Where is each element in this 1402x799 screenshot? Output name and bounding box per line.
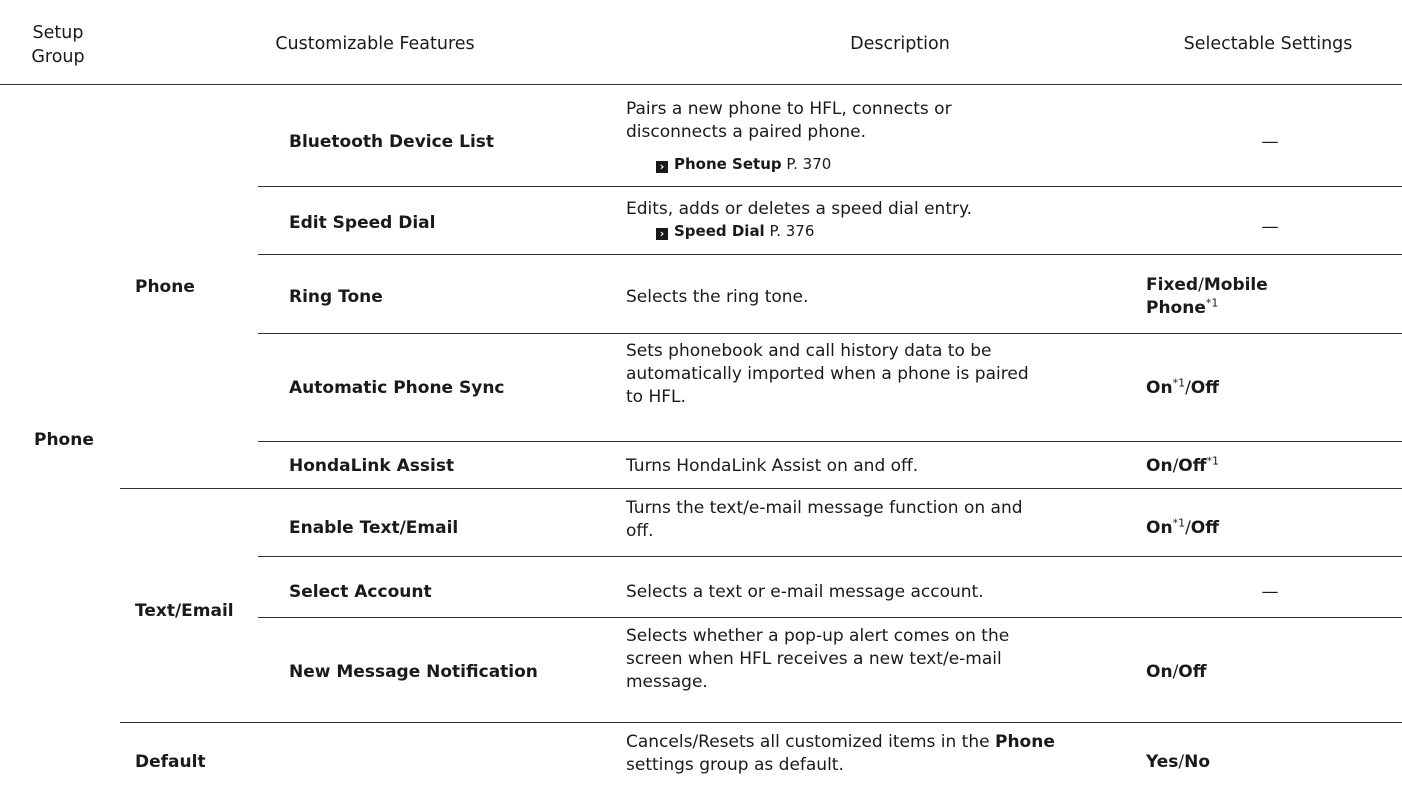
subgroup-phone: Phone bbox=[135, 277, 195, 297]
row-divider bbox=[258, 186, 1402, 187]
arrow-right-icon: › bbox=[656, 161, 668, 173]
row-divider bbox=[258, 617, 1402, 618]
header-divider bbox=[0, 84, 1402, 85]
group-divider bbox=[120, 722, 1402, 723]
row-divider bbox=[258, 254, 1402, 255]
setting-default: Yes/No bbox=[1146, 752, 1211, 772]
description-enable-text-email: Turns the text/e-mail message function o… bbox=[626, 498, 1023, 541]
setting-automatic-phone-sync: On*1/Off bbox=[1146, 376, 1220, 398]
header-setup-group: Setup Group bbox=[31, 23, 85, 67]
setup-group-phone: Phone bbox=[34, 430, 94, 450]
feature-ring-tone: Ring Tone bbox=[289, 287, 383, 307]
description-select-account: Selects a text or e-mail message account… bbox=[626, 582, 984, 602]
description-edit-speed-dial: Edits, adds or deletes a speed dial entr… bbox=[626, 199, 973, 219]
arrow-right-icon: › bbox=[656, 228, 668, 240]
description-hondalink-assist: Turns HondaLink Assist on and off. bbox=[626, 456, 919, 476]
setting-ring-tone: Fixed/Mobile Phone*1 bbox=[1146, 275, 1268, 318]
setting-new-message-notification: On/Off bbox=[1146, 662, 1207, 682]
feature-enable-text-email: Enable Text/Email bbox=[289, 518, 459, 538]
feature-edit-speed-dial: Edit Speed Dial bbox=[289, 213, 436, 233]
setting-select-account: — bbox=[1261, 582, 1279, 602]
setting-edit-speed-dial: — bbox=[1261, 217, 1279, 237]
row-divider bbox=[258, 333, 1402, 334]
header-customizable-features: Customizable Features bbox=[275, 34, 475, 54]
subgroup-text-email: Text/Email bbox=[135, 601, 234, 621]
setting-bluetooth-device-list: — bbox=[1261, 132, 1279, 152]
description-new-message-notification: Selects whether a pop-up alert comes on … bbox=[626, 626, 1010, 692]
description-ring-tone: Selects the ring tone. bbox=[626, 287, 809, 307]
feature-new-message-notification: New Message Notification bbox=[289, 662, 538, 682]
description-automatic-phone-sync: Sets phonebook and call history data to … bbox=[626, 341, 1029, 407]
cross-reference-speed-dial[interactable]: › Speed Dial P. 376 bbox=[656, 221, 814, 241]
feature-select-account: Select Account bbox=[289, 582, 432, 602]
setting-hondalink-assist: On/Off*1 bbox=[1146, 454, 1220, 476]
row-divider bbox=[258, 441, 1402, 442]
row-divider bbox=[258, 556, 1402, 557]
header-description: Description bbox=[850, 34, 950, 54]
feature-automatic-phone-sync: Automatic Phone Sync bbox=[289, 378, 505, 398]
feature-bluetooth-device-list: Bluetooth Device List bbox=[289, 132, 495, 152]
cross-reference-phone-setup[interactable]: › Phone Setup P. 370 bbox=[656, 154, 831, 174]
description-default: Cancels/Resets all customized items in t… bbox=[626, 732, 1055, 775]
description-bluetooth-device-list: Pairs a new phone to HFL, connects or di… bbox=[626, 99, 952, 142]
subgroup-default: Default bbox=[135, 752, 206, 772]
header-selectable-settings: Selectable Settings bbox=[1183, 34, 1353, 54]
feature-hondalink-assist: HondaLink Assist bbox=[289, 456, 455, 476]
setting-enable-text-email: On*1/Off bbox=[1146, 516, 1220, 538]
group-divider bbox=[120, 488, 1402, 489]
